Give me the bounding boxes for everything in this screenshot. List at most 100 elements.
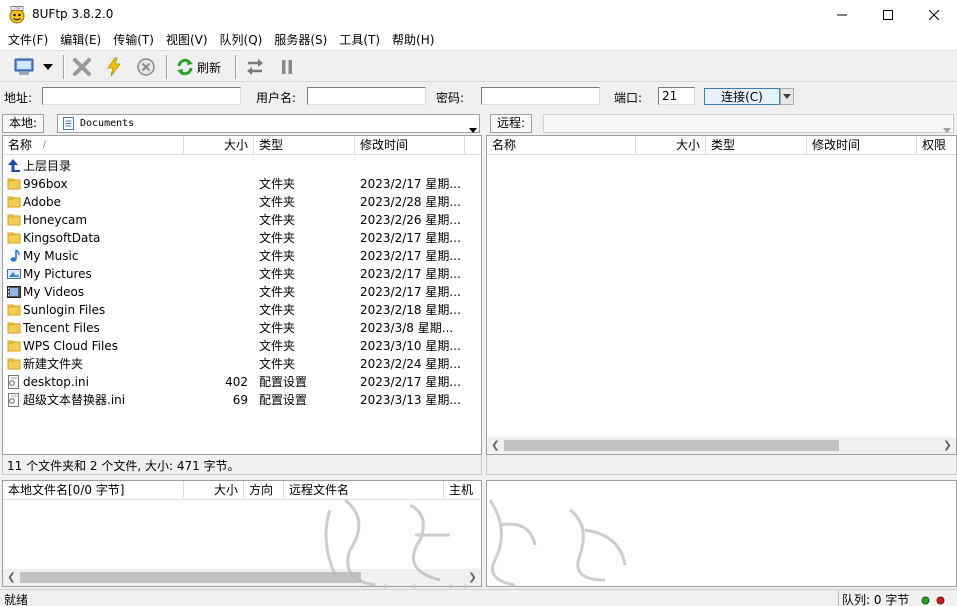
local-col-modified[interactable]: 修改时间 xyxy=(355,136,465,155)
file-modified: 2023/2/17 星期... xyxy=(360,231,460,245)
menu-server[interactable]: 服务器(S) xyxy=(268,30,333,50)
file-row[interactable]: KingsoftData 文件夹 2023/2/17 星期... xyxy=(3,229,481,247)
queue-col-remote[interactable]: 远程文件名 xyxy=(284,481,444,500)
file-row[interactable]: 超级文本替换器.ini 69 配置设置 2023/3/13 星期... xyxy=(3,391,481,409)
file-row[interactable]: desktop.ini 402 配置设置 2023/2/17 星期... xyxy=(3,373,481,391)
disconnect-icon[interactable] xyxy=(71,57,93,77)
file-size xyxy=(184,247,248,265)
file-row[interactable]: My Music 文件夹 2023/2/17 星期... xyxy=(3,247,481,265)
file-modified: 2023/3/8 星期... xyxy=(360,321,454,335)
menu-help[interactable]: 帮助(H) xyxy=(386,30,440,50)
username-input[interactable] xyxy=(307,87,426,105)
file-name: desktop.ini xyxy=(23,375,89,389)
remote-path-combo[interactable] xyxy=(543,114,954,133)
site-manager-dropdown-icon[interactable] xyxy=(40,57,56,77)
local-path-row: 本地: Documents xyxy=(2,113,482,135)
menu-transfer[interactable]: 传输(T) xyxy=(107,30,160,50)
file-type: 文件夹 xyxy=(259,285,296,299)
local-file-list[interactable]: 名称 / 大小 类型 修改时间 上层目录 996box 文件夹 2023/2/17 … xyxy=(2,135,482,455)
file-type: 文件夹 xyxy=(259,303,296,317)
file-modified: 2023/2/18 星期... xyxy=(360,303,460,317)
file-row[interactable]: 996box 文件夹 2023/2/17 星期... xyxy=(3,175,481,193)
file-name: My Videos xyxy=(23,285,85,299)
remote-col-size[interactable]: 大小 xyxy=(636,136,706,155)
queue-hscrollbar[interactable]: ❮ ❯ xyxy=(3,569,481,586)
folder-icon xyxy=(7,358,21,370)
local-col-size[interactable]: 大小 xyxy=(184,136,254,155)
file-name: 996box xyxy=(23,177,68,191)
maximize-button[interactable] xyxy=(865,0,911,30)
file-row[interactable]: Honeycam 文件夹 2023/2/26 星期... xyxy=(3,211,481,229)
file-row[interactable]: My Pictures 文件夹 2023/2/17 星期... xyxy=(3,265,481,283)
scroll-left-icon[interactable]: ❮ xyxy=(3,569,20,586)
sort-indicator: / xyxy=(43,140,47,150)
file-type: 文件夹 xyxy=(259,339,296,353)
upload-led-icon xyxy=(921,594,930,606)
refresh-icon xyxy=(177,58,193,76)
file-row[interactable]: Tencent Files 文件夹 2023/3/8 星期... xyxy=(3,319,481,337)
remote-column-header: 名称 大小 类型 修改时间 权限 xyxy=(487,136,956,155)
file-size xyxy=(184,319,248,337)
videos-folder-icon xyxy=(7,286,21,298)
remote-col-modified[interactable]: 修改时间 xyxy=(807,136,917,155)
remote-col-permissions[interactable]: 权限 xyxy=(917,136,957,155)
file-modified: 2023/2/26 星期... xyxy=(360,213,460,227)
local-label: 本地: xyxy=(2,114,45,133)
close-button[interactable] xyxy=(911,0,957,30)
queue-col-local[interactable]: 本地文件名[0/0 字节] xyxy=(3,481,184,500)
local-path-text: Documents xyxy=(80,118,135,129)
sync-browse-icon[interactable] xyxy=(244,57,266,77)
scroll-thumb[interactable] xyxy=(20,572,361,583)
queue-col-size[interactable]: 大小 xyxy=(184,481,244,500)
file-modified: 2023/2/17 星期... xyxy=(360,375,460,389)
queue-col-host[interactable]: 主机 xyxy=(444,481,481,500)
local-column-header: 名称 / 大小 类型 修改时间 xyxy=(3,136,481,155)
password-input[interactable] xyxy=(481,87,600,105)
title-bar: FTP 8UFtp 3.8.2.0 xyxy=(0,0,957,30)
status-bar: 就绪 队列: 0 字节 xyxy=(0,589,957,606)
queue-column-header: 本地文件名[0/0 字节] 大小 方向 远程文件名 主机 xyxy=(3,481,481,500)
port-input[interactable] xyxy=(658,87,695,105)
scroll-thumb[interactable] xyxy=(504,440,839,451)
file-row[interactable]: 新建文件夹 文件夹 2023/2/24 星期... xyxy=(3,355,481,373)
menu-edit[interactable]: 编辑(E) xyxy=(54,30,107,50)
queue-col-direction[interactable]: 方向 xyxy=(244,481,284,500)
queue-list[interactable]: 本地文件名[0/0 字节] 大小 方向 远程文件名 主机 ❮ ❯ xyxy=(2,480,482,587)
folder-icon xyxy=(7,196,21,208)
settings-file-icon xyxy=(8,393,19,407)
connect-button[interactable]: 连接(C) xyxy=(704,88,780,105)
menu-view[interactable]: 视图(V) xyxy=(160,30,214,50)
file-name: 超级文本替换器.ini xyxy=(23,393,126,407)
stop-icon[interactable] xyxy=(135,57,157,77)
download-led-icon xyxy=(936,594,945,606)
file-row[interactable]: Sunlogin Files 文件夹 2023/2/18 星期... xyxy=(3,301,481,319)
local-col-name[interactable]: 名称 / xyxy=(3,136,184,155)
file-row[interactable]: Adobe 文件夹 2023/2/28 星期... xyxy=(3,193,481,211)
menu-file[interactable]: 文件(F) xyxy=(2,30,54,50)
local-summary: 11 个文件夹和 2 个文件, 大小: 471 字节。 xyxy=(7,459,240,473)
scroll-right-icon[interactable]: ❯ xyxy=(464,569,481,586)
remote-col-type[interactable]: 类型 xyxy=(706,136,807,155)
pause-icon[interactable] xyxy=(276,57,298,77)
parent-dir-row[interactable]: 上层目录 xyxy=(3,157,481,175)
menu-tools[interactable]: 工具(T) xyxy=(333,30,386,50)
local-path-combo[interactable]: Documents xyxy=(57,114,480,133)
remote-file-list[interactable]: 名称 大小 类型 修改时间 权限 ❮ ❯ xyxy=(486,135,957,455)
folder-icon xyxy=(7,232,21,244)
remote-hscrollbar[interactable]: ❮ ❯ xyxy=(487,437,956,454)
file-size xyxy=(184,265,248,283)
local-col-type[interactable]: 类型 xyxy=(254,136,355,155)
log-area[interactable] xyxy=(486,480,957,587)
remote-col-name[interactable]: 名称 xyxy=(487,136,636,155)
address-input[interactable] xyxy=(42,87,241,105)
file-row[interactable]: WPS Cloud Files 文件夹 2023/3/10 星期... xyxy=(3,337,481,355)
site-manager-icon[interactable] xyxy=(12,57,38,77)
minimize-button[interactable] xyxy=(819,0,865,30)
scroll-left-icon[interactable]: ❮ xyxy=(487,437,504,454)
scroll-right-icon[interactable]: ❯ xyxy=(939,437,956,454)
menu-queue[interactable]: 队列(Q) xyxy=(214,30,269,50)
quick-connect-icon[interactable] xyxy=(103,57,125,77)
refresh-button[interactable]: 刷新 xyxy=(175,57,227,77)
connect-dropdown-icon[interactable] xyxy=(780,88,794,105)
file-row[interactable]: My Videos 文件夹 2023/2/17 星期... xyxy=(3,283,481,301)
